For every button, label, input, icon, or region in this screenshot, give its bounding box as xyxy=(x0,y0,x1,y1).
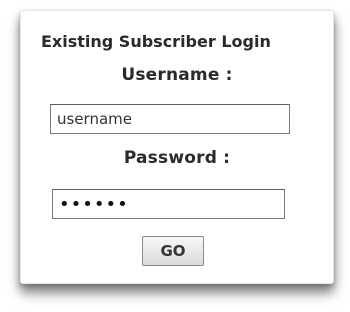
password-input[interactable] xyxy=(52,189,285,219)
login-title: Existing Subscriber Login xyxy=(41,32,271,51)
username-input[interactable] xyxy=(50,104,290,134)
username-label: Username : xyxy=(121,65,233,85)
password-label: Password : xyxy=(123,148,231,168)
go-button[interactable]: GO xyxy=(142,236,204,266)
login-card: Existing Subscriber Login Username : Pas… xyxy=(20,10,334,284)
